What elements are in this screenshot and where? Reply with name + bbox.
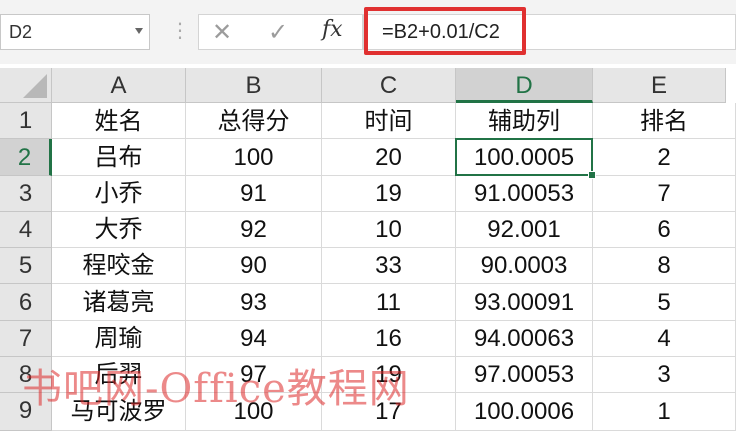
cell-e2[interactable]: 2 [593,139,736,176]
drag-handle-icon[interactable]: ⋮ [170,18,190,43]
cell-b5[interactable]: 90 [186,248,322,284]
active-cell-border [455,138,593,176]
cell-e5[interactable]: 8 [593,248,736,284]
cell-c4[interactable]: 10 [322,212,456,248]
cell-d9[interactable]: 100.0006 [456,393,593,431]
cell-d6[interactable]: 93.00091 [456,284,593,321]
cell-d4[interactable]: 92.001 [456,212,593,248]
cell-d3[interactable]: 91.00053 [456,176,593,212]
cell-a1[interactable]: 姓名 [52,103,186,139]
row-header-3[interactable]: 3 [0,176,52,212]
cell-c5[interactable]: 33 [322,248,456,284]
select-all-icon [23,74,47,98]
row-header-4[interactable]: 4 [0,212,52,248]
cell-a4[interactable]: 大乔 [52,212,186,248]
column-header-e[interactable]: E [593,68,726,103]
name-box-value: D2 [9,22,33,42]
cell-b3[interactable]: 91 [186,176,322,212]
cell-e4[interactable]: 6 [593,212,736,248]
name-box[interactable]: D2 [0,14,150,50]
row-header-2[interactable]: 2 [0,139,52,176]
cell-e3[interactable]: 7 [593,176,736,212]
cell-c3[interactable]: 19 [322,176,456,212]
fill-handle[interactable] [588,171,596,179]
row-header-5[interactable]: 5 [0,248,52,284]
column-header-a[interactable]: A [52,68,186,103]
watermark: 书吧网-Office教程网 [22,366,410,412]
cell-c2[interactable]: 20 [322,139,456,176]
cell-e6[interactable]: 5 [593,284,736,321]
cell-d8[interactable]: 97.00053 [456,357,593,393]
column-header-c[interactable]: C [322,68,456,103]
cell-e8[interactable]: 3 [593,357,736,393]
insert-function-icon[interactable]: fx [322,17,343,42]
cell-c1[interactable]: 时间 [322,103,456,139]
cell-e9[interactable]: 1 [593,393,736,431]
cell-e7[interactable]: 4 [593,321,736,357]
cell-d1[interactable]: 辅助列 [456,103,593,139]
cell-a7[interactable]: 周瑜 [52,321,186,357]
cell-a3[interactable]: 小乔 [52,176,186,212]
cell-a2[interactable]: 吕布 [52,139,186,176]
cell-b6[interactable]: 93 [186,284,322,321]
row-header-7[interactable]: 7 [0,321,52,357]
formula-highlight-box [364,7,526,55]
select-all-button[interactable] [0,68,52,103]
chevron-down-icon[interactable] [135,28,143,34]
cell-d5[interactable]: 90.0003 [456,248,593,284]
cell-b7[interactable]: 94 [186,321,322,357]
cell-e1[interactable]: 排名 [593,103,736,139]
cell-d7[interactable]: 94.00063 [456,321,593,357]
cell-a5[interactable]: 程咬金 [52,248,186,284]
column-header-b[interactable]: B [186,68,322,103]
enter-icon[interactable]: ✓ [268,18,288,47]
cell-a6[interactable]: 诸葛亮 [52,284,186,321]
column-header-d[interactable]: D [456,68,593,103]
row-header-6[interactable]: 6 [0,284,52,321]
cell-b1[interactable]: 总得分 [186,103,322,139]
row-header-1[interactable]: 1 [0,103,52,139]
cell-b2[interactable]: 100 [186,139,322,176]
cell-b4[interactable]: 92 [186,212,322,248]
cell-c6[interactable]: 11 [322,284,456,321]
cell-c7[interactable]: 16 [322,321,456,357]
cancel-icon[interactable]: ✕ [212,18,232,47]
